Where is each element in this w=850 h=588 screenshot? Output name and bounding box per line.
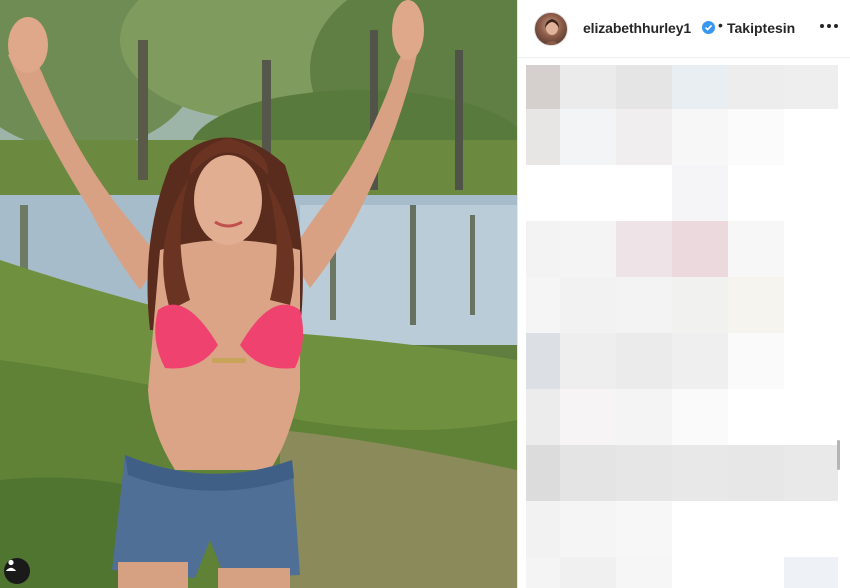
- following-status-button[interactable]: Takiptesin: [727, 20, 795, 36]
- more-options-icon[interactable]: [819, 16, 839, 36]
- verified-badge-icon: [702, 21, 715, 34]
- photo-scene: [0, 0, 517, 588]
- post-header: elizabethhurley1 • Takiptesin: [518, 0, 850, 58]
- post-photo[interactable]: [0, 0, 517, 588]
- user-tag-icon[interactable]: [4, 558, 30, 584]
- separator-dot: •: [718, 17, 723, 33]
- scrollbar-thumb[interactable]: [837, 440, 840, 470]
- username-link[interactable]: elizabethhurley1: [583, 20, 691, 36]
- post-side-panel: elizabethhurley1 • Takiptesin: [517, 0, 850, 588]
- avatar[interactable]: [534, 12, 568, 46]
- pixelated-comments-area: [526, 65, 838, 588]
